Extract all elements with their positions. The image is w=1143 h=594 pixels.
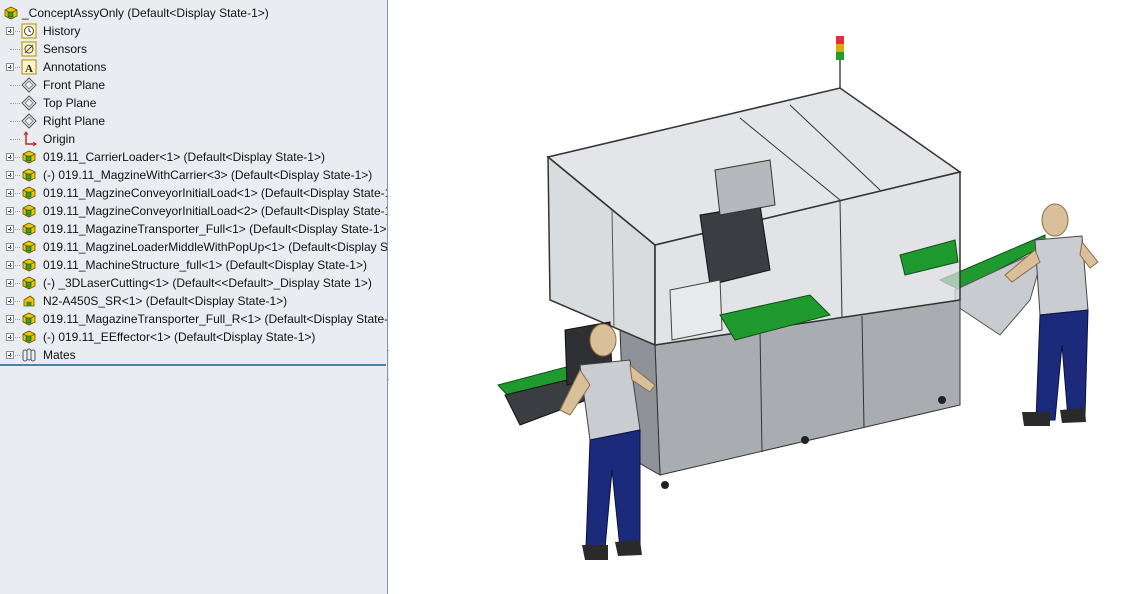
mates-icon [21, 347, 37, 363]
tree-item-magazine-transporter-full-r[interactable]: 019.11_MagazineTransporter_Full_R<1> (De… [0, 310, 388, 328]
tree-root-assembly[interactable]: _ConceptAssyOnly (Default<Display State-… [0, 4, 387, 22]
tree-item-conveyor-initial-load-2[interactable]: 019.11_MagzineConveyorInitialLoad<2> (De… [0, 202, 388, 220]
tree-item-label: (-) _3DLaserCutting<1> (Default<<Default… [43, 276, 372, 290]
tree-item-annotations[interactable]: A Annotations [0, 58, 387, 76]
assembly-icon [3, 5, 19, 21]
plane-icon [21, 95, 37, 111]
tree-item-label: Origin [43, 132, 76, 146]
annotation-icon: A [21, 59, 37, 75]
tree-rollback-bar[interactable] [0, 364, 386, 366]
stack-light-icon [836, 36, 844, 92]
feature-manager-tree: _ConceptAssyOnly (Default<Display State-… [0, 0, 388, 594]
plane-icon [21, 77, 37, 93]
tree-item-label: 019.11_MagazineTransporter_Full<1> (Defa… [43, 222, 388, 236]
right-worker [1004, 203, 1099, 426]
tree-item-front-plane[interactable]: Front Plane [0, 76, 387, 94]
history-icon [21, 23, 37, 39]
plane-icon [21, 113, 37, 129]
tree-item-label: 019.11_MagazineTransporter_Full_R<1> (De… [43, 312, 388, 326]
tree-item-label: 019.11_CarrierLoader<1> (Default<Display… [43, 150, 325, 164]
subassembly-icon [21, 167, 37, 183]
tree-item-label: 019.11_MagzineLoaderMiddleWithPopUp<1> (… [43, 240, 388, 254]
subassembly-icon [21, 257, 37, 273]
tree-item-label: 019.11_MagzineConveyorInitialLoad<2> (De… [43, 204, 388, 218]
tree-item-label: History [43, 24, 81, 38]
tree-item-label: (-) 019.11_MagzineWithCarrier<3> (Defaul… [43, 168, 373, 182]
tree-item-machine-structure[interactable]: 019.11_MachineStructure_full<1> (Default… [0, 256, 387, 274]
tree-item-history[interactable]: History [0, 22, 387, 40]
sensor-icon [21, 41, 37, 57]
tree-item-sensors[interactable]: Sensors [0, 40, 387, 58]
subassembly-icon [21, 329, 37, 345]
tree-item-magazine-with-carrier[interactable]: (-) 019.11_MagzineWithCarrier<3> (Defaul… [0, 166, 387, 184]
subassembly-alt-icon [21, 293, 37, 309]
origin-icon [21, 131, 37, 147]
tree-item-conveyor-initial-load-1[interactable]: 019.11_MagzineConveyorInitialLoad<1> (De… [0, 184, 388, 202]
svg-text:A: A [25, 63, 33, 75]
tree-item-loader-middle-popup[interactable]: 019.11_MagzineLoaderMiddleWithPopUp<1> (… [0, 238, 388, 256]
subassembly-icon [21, 239, 37, 255]
subassembly-icon [21, 149, 37, 165]
tree-item-label: Right Plane [43, 114, 106, 128]
tree-item-label: Top Plane [43, 96, 97, 110]
subassembly-icon [21, 221, 37, 237]
subassembly-icon [21, 311, 37, 327]
tree-item-label: Front Plane [43, 78, 106, 92]
tree-item-label: Mates [43, 348, 76, 362]
tree-item-carrier-loader[interactable]: 019.11_CarrierLoader<1> (Default<Display… [0, 148, 387, 166]
tree-item-label: 019.11_MagzineConveyorInitialLoad<1> (De… [43, 186, 388, 200]
tree-root-label: _ConceptAssyOnly (Default<Display State-… [22, 6, 269, 20]
tree-item-right-plane[interactable]: Right Plane [0, 112, 387, 130]
tree-item-top-plane[interactable]: Top Plane [0, 94, 387, 112]
assembly-model-render [497, 36, 1099, 560]
tree-item-mates[interactable]: Mates [0, 346, 387, 364]
tree-item-magazine-transporter-full[interactable]: 019.11_MagazineTransporter_Full<1> (Defa… [0, 220, 388, 238]
tree-item-origin[interactable]: Origin [0, 130, 387, 148]
tree-item-3d-laser-cutting[interactable]: (-) _3DLaserCutting<1> (Default<<Default… [0, 274, 387, 292]
graphics-viewport[interactable] [389, 0, 1143, 594]
subassembly-icon [21, 275, 37, 291]
subassembly-icon [21, 185, 37, 201]
tree-item-n2-a450s-sr[interactable]: N2-A450S_SR<1> (Default<Display State-1>… [0, 292, 387, 310]
tree-item-label: 019.11_MachineStructure_full<1> (Default… [43, 258, 367, 272]
tree-item-eeffector[interactable]: (-) 019.11_EEffector<1> (Default<Display… [0, 328, 387, 346]
subassembly-icon [21, 203, 37, 219]
tree-item-label: N2-A450S_SR<1> (Default<Display State-1>… [43, 294, 288, 308]
tree-item-label: Annotations [43, 60, 107, 74]
tree-list: _ConceptAssyOnly (Default<Display State-… [0, 4, 388, 364]
tree-item-label: (-) 019.11_EEffector<1> (Default<Display… [43, 330, 316, 344]
tree-item-label: Sensors [43, 42, 88, 56]
